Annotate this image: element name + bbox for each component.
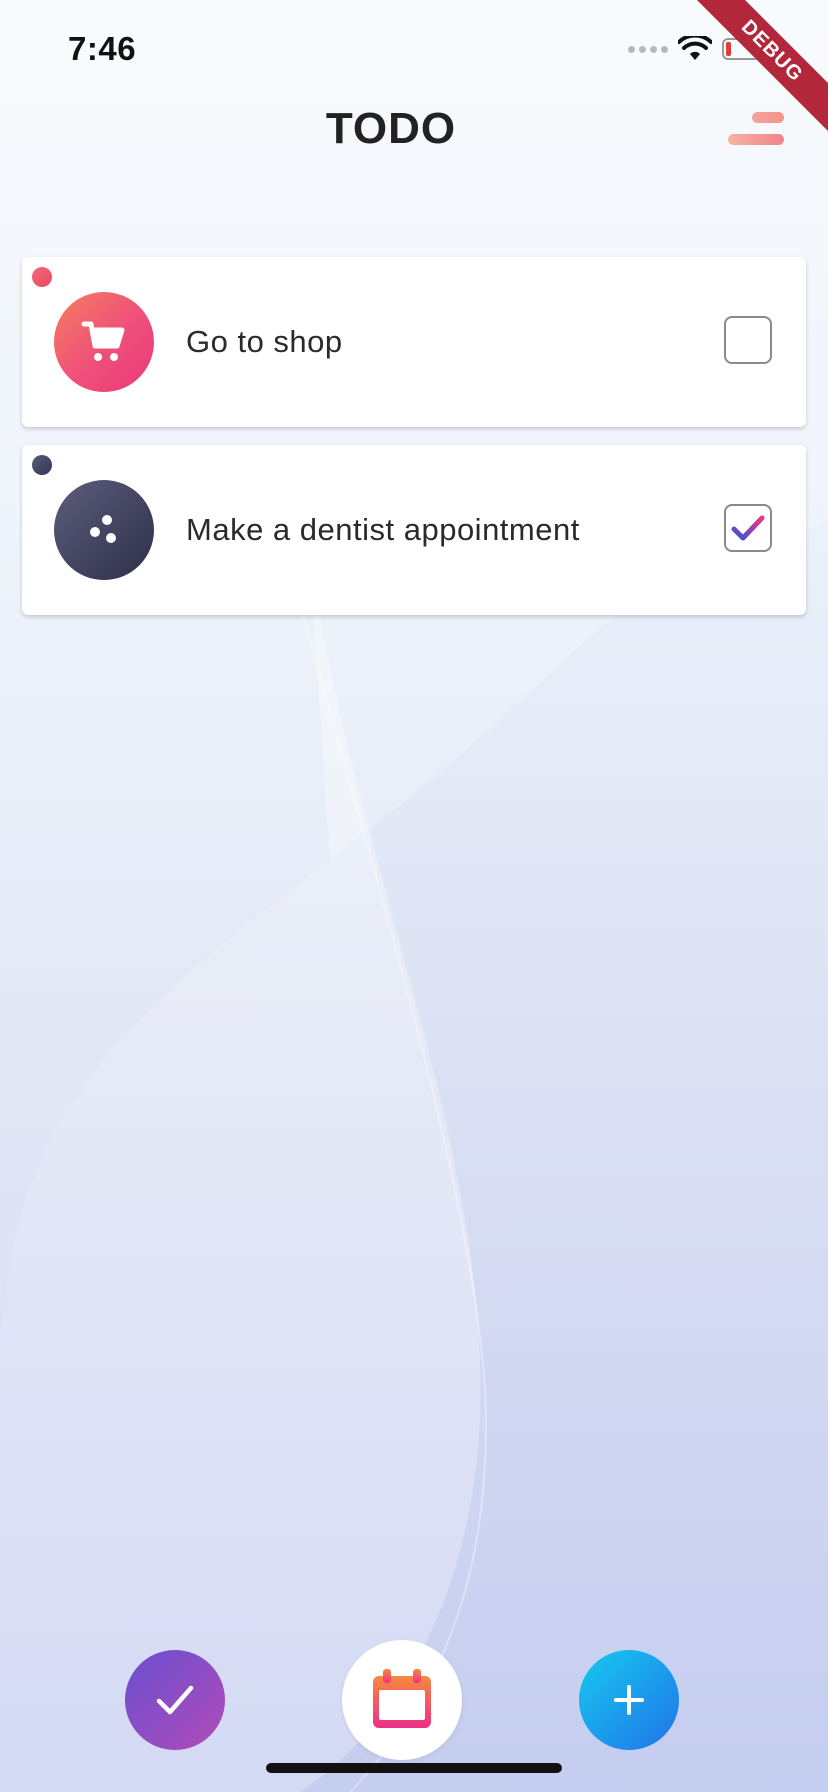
shopping-cart-icon [81,321,125,361]
check-icon [156,1685,194,1715]
todo-avatar [54,292,154,392]
todo-card[interactable]: Go to shop [22,257,806,427]
todo-card[interactable]: Make a dentist appointment [22,445,806,615]
calendar-button[interactable] [342,1640,462,1760]
add-todo-button[interactable] [579,1650,679,1750]
todo-checkbox-checked[interactable] [724,504,772,552]
dental-dots-icon [90,515,116,543]
todo-label: Make a dentist appointment [186,512,580,547]
completed-tasks-button[interactable] [125,1650,225,1750]
todo-avatar [54,480,154,580]
debug-banner: DEBUG [688,0,828,140]
page-title: TODO [325,104,457,153]
checkmark-icon [731,515,765,541]
todo-color-dot [32,267,52,287]
cellular-signal-icon [628,45,668,53]
todo-color-dot [32,455,52,475]
home-indicator [266,1763,562,1773]
plus-icon [614,1685,644,1715]
todo-label: Go to shop [186,324,343,359]
status-time: 7:46 [68,30,137,67]
calendar-icon [373,1669,431,1728]
debug-banner-label: DEBUG [689,0,828,134]
todo-checkbox[interactable] [724,316,772,364]
